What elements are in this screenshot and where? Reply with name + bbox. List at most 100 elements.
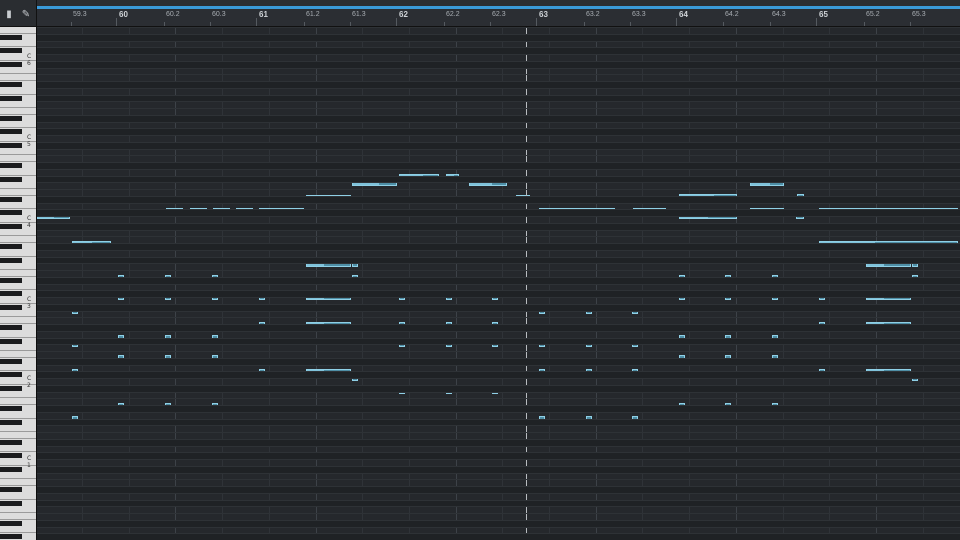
grid-row-line (37, 195, 960, 197)
white-key-separator (0, 431, 36, 432)
grid-row-line (37, 344, 960, 346)
grid-row-dark (37, 418, 960, 426)
white-key-separator (0, 289, 36, 291)
grid-row-dark (37, 175, 960, 183)
grid-row-line (37, 141, 960, 143)
grid-row-line (37, 378, 960, 379)
black-key[interactable] (0, 406, 22, 411)
grid-row-line (37, 357, 960, 359)
black-key[interactable] (0, 453, 22, 459)
white-key-separator (0, 532, 36, 534)
tool-corner: ▮ ✎ (0, 0, 37, 27)
black-key[interactable] (0, 196, 22, 202)
black-key[interactable] (0, 142, 22, 148)
loop-range-bar[interactable] (37, 6, 960, 9)
black-key[interactable] (0, 48, 22, 54)
black-key[interactable] (0, 520, 22, 526)
ruler-label: 64.2 (725, 11, 739, 18)
ruler-tick (630, 22, 631, 26)
ruler-tick (490, 22, 491, 26)
black-key[interactable] (0, 466, 22, 472)
grid-row-line (37, 108, 960, 109)
white-key-separator (0, 269, 36, 270)
white-key-separator (0, 316, 36, 318)
grid-row-line (37, 189, 960, 190)
white-key-separator (0, 161, 36, 162)
white-key-separator (0, 478, 36, 480)
grid-row-dark (37, 243, 960, 250)
black-key[interactable] (0, 61, 22, 67)
ruler-label: 65.2 (866, 11, 880, 18)
black-key[interactable] (0, 325, 22, 330)
white-key-separator (0, 451, 36, 453)
grid-row-dark (37, 209, 960, 216)
ruler-tick (536, 18, 537, 26)
ruler-label: 61 (259, 10, 268, 19)
white-key-separator (0, 255, 36, 257)
black-key[interactable] (0, 291, 22, 297)
black-key[interactable] (0, 244, 22, 249)
grid-row-dark (37, 33, 960, 41)
black-key[interactable] (0, 439, 22, 445)
grid-row-line (37, 438, 960, 440)
ruler-label: 62.3 (492, 11, 506, 18)
black-key[interactable] (0, 500, 22, 506)
pencil-tool-icon[interactable]: ✎ (21, 10, 31, 20)
grid-row-line (37, 54, 960, 55)
grid-row-line (37, 114, 960, 116)
black-key[interactable] (0, 534, 22, 540)
white-key-separator (0, 404, 36, 405)
grid-row-line (37, 135, 960, 136)
octave-label: C 1 (27, 455, 32, 469)
grid-row-line (37, 519, 960, 521)
white-key-separator (0, 73, 36, 75)
ruler-tick (910, 22, 911, 26)
black-key[interactable] (0, 419, 22, 425)
ruler-tick (723, 22, 724, 26)
grid-row-dark (37, 60, 960, 68)
black-key[interactable] (0, 210, 22, 216)
black-key[interactable] (0, 487, 22, 492)
grid-row-line (37, 432, 960, 433)
black-key[interactable] (0, 385, 22, 391)
black-key[interactable] (0, 176, 22, 182)
grid-row-line (37, 486, 960, 487)
black-key[interactable] (0, 129, 22, 135)
ruler-tick (164, 22, 165, 26)
black-key[interactable] (0, 338, 22, 344)
black-key[interactable] (0, 372, 22, 378)
black-key[interactable] (0, 115, 22, 121)
piano-keyboard[interactable]: C 6 C 5 C 4 C 3 C 2 C 1 (0, 27, 37, 540)
black-key[interactable] (0, 257, 22, 263)
grid-row-line (37, 101, 960, 103)
black-key[interactable] (0, 277, 22, 283)
white-key-separator (0, 32, 36, 34)
grid-row-line (37, 256, 960, 258)
black-key[interactable] (0, 358, 22, 364)
grid-row-line (37, 40, 960, 42)
grid-row-line (37, 33, 960, 35)
white-key-separator (0, 80, 36, 81)
black-key[interactable] (0, 82, 22, 87)
timeline-ruler[interactable]: 59.3 60 60.2 60.3 61 61.2 61.3 62 62.2 62.3 63 63.2… (37, 0, 960, 27)
grid-row-line (37, 465, 960, 467)
black-key[interactable] (0, 95, 22, 101)
grid-row-dark (37, 303, 960, 311)
white-key-separator (0, 107, 36, 108)
grid-row-dark (37, 337, 960, 345)
note-grid[interactable] (37, 27, 960, 540)
pointer-tool-icon[interactable]: ▮ (4, 10, 14, 20)
black-key[interactable] (0, 304, 22, 310)
ruler-label: 65.3 (912, 11, 926, 18)
black-key[interactable] (0, 163, 22, 168)
grid-row-line (37, 283, 960, 285)
ruler-tick (304, 22, 305, 26)
black-key[interactable] (0, 223, 22, 229)
grid-row-line (37, 371, 960, 373)
grid-row-line (37, 216, 960, 217)
grid-row-line (37, 47, 960, 49)
black-key[interactable] (0, 34, 22, 40)
grid-row-dark (37, 452, 960, 459)
ruler-label: 60.3 (212, 11, 226, 18)
ruler-label: 62.2 (446, 11, 460, 18)
